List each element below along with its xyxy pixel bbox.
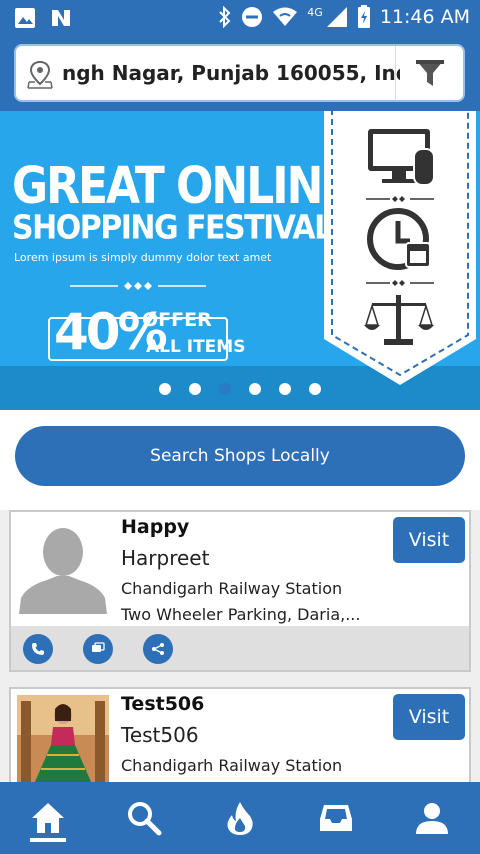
search-section: Search Shops Locally <box>0 410 480 510</box>
location-text: ngh Nagar, Punjab 160055, India <box>62 61 400 85</box>
banner-divider <box>70 282 206 290</box>
location-pin-icon <box>27 60 53 89</box>
feature-ribbon <box>324 111 476 385</box>
shop-owner: Harpreet <box>121 546 210 570</box>
n-app-icon <box>52 10 70 26</box>
profile-icon <box>416 803 448 834</box>
nav-home[interactable] <box>0 782 96 854</box>
battery-icon <box>357 5 370 28</box>
dress-photo-icon <box>17 695 109 791</box>
shop-actions-bar <box>11 626 469 670</box>
phone-icon <box>32 643 44 655</box>
shop-avatar <box>17 695 109 791</box>
chat-button[interactable] <box>83 634 113 664</box>
shop-avatar <box>17 518 109 614</box>
inbox-icon <box>320 805 352 831</box>
shop-address-line1: Chandigarh Railway Station <box>121 756 343 775</box>
nav-profile[interactable] <box>384 782 480 854</box>
nav-search[interactable] <box>96 782 192 854</box>
shop-owner: Test506 <box>121 723 199 747</box>
nav-inbox[interactable] <box>288 782 384 854</box>
carousel-dot-active[interactable] <box>219 383 231 395</box>
carousel-dot[interactable] <box>309 383 321 395</box>
fire-icon <box>227 802 253 835</box>
home-icon <box>32 803 64 833</box>
image-icon <box>15 8 35 28</box>
filter-button[interactable] <box>395 46 463 100</box>
header: ngh Nagar, Punjab 160055, India <box>0 36 480 111</box>
banner-title-line1: GREAT ONLINE <box>12 157 352 216</box>
carousel-dot[interactable] <box>249 383 261 395</box>
bottom-nav <box>0 782 480 854</box>
share-icon <box>152 643 164 655</box>
banner-title-line2: SHOPPING FESTIVAL <box>12 209 333 248</box>
share-button[interactable] <box>143 634 173 664</box>
search-icon <box>128 802 162 836</box>
shop-address-line1: Chandigarh Railway Station <box>121 579 343 598</box>
network-type: 4G <box>307 5 323 19</box>
promo-banner[interactable]: GREAT ONLINE SHOPPING FESTIVAL Lorem ips… <box>0 111 480 410</box>
visit-button[interactable]: Visit <box>393 694 465 740</box>
active-indicator <box>30 838 66 842</box>
offer-line2: ALL ITEMS <box>146 337 246 357</box>
chat-icon <box>92 642 105 652</box>
offer-line1: OFFER <box>142 309 212 331</box>
carousel-dot[interactable] <box>159 383 171 395</box>
nav-trending[interactable] <box>192 782 288 854</box>
carousel-dots[interactable] <box>0 383 480 395</box>
signal-icon <box>326 7 347 27</box>
person-silhouette-icon <box>17 518 109 614</box>
wifi-icon <box>273 7 298 26</box>
call-button[interactable] <box>23 634 53 664</box>
carousel-dot[interactable] <box>279 383 291 395</box>
status-bar: 4G 11:46 AM <box>0 0 480 36</box>
status-time: 11:46 AM <box>379 6 470 28</box>
filter-icon <box>415 60 444 86</box>
location-field[interactable]: ngh Nagar, Punjab 160055, India <box>14 44 465 102</box>
shop-address-line2: Two Wheeler Parking, Daria,... <box>121 605 361 624</box>
shop-card[interactable]: Happy Harpreet Chandigarh Railway Statio… <box>9 510 471 672</box>
shop-name: Test506 <box>121 693 205 715</box>
banner-tagline: Lorem ipsum is simply dummy dolor text a… <box>14 251 272 264</box>
bluetooth-icon <box>219 6 231 28</box>
search-shops-button[interactable]: Search Shops Locally <box>15 426 465 486</box>
shop-name: Happy <box>121 516 190 538</box>
carousel-dot[interactable] <box>189 383 201 395</box>
visit-button[interactable]: Visit <box>393 517 465 563</box>
dnd-icon <box>242 7 263 27</box>
